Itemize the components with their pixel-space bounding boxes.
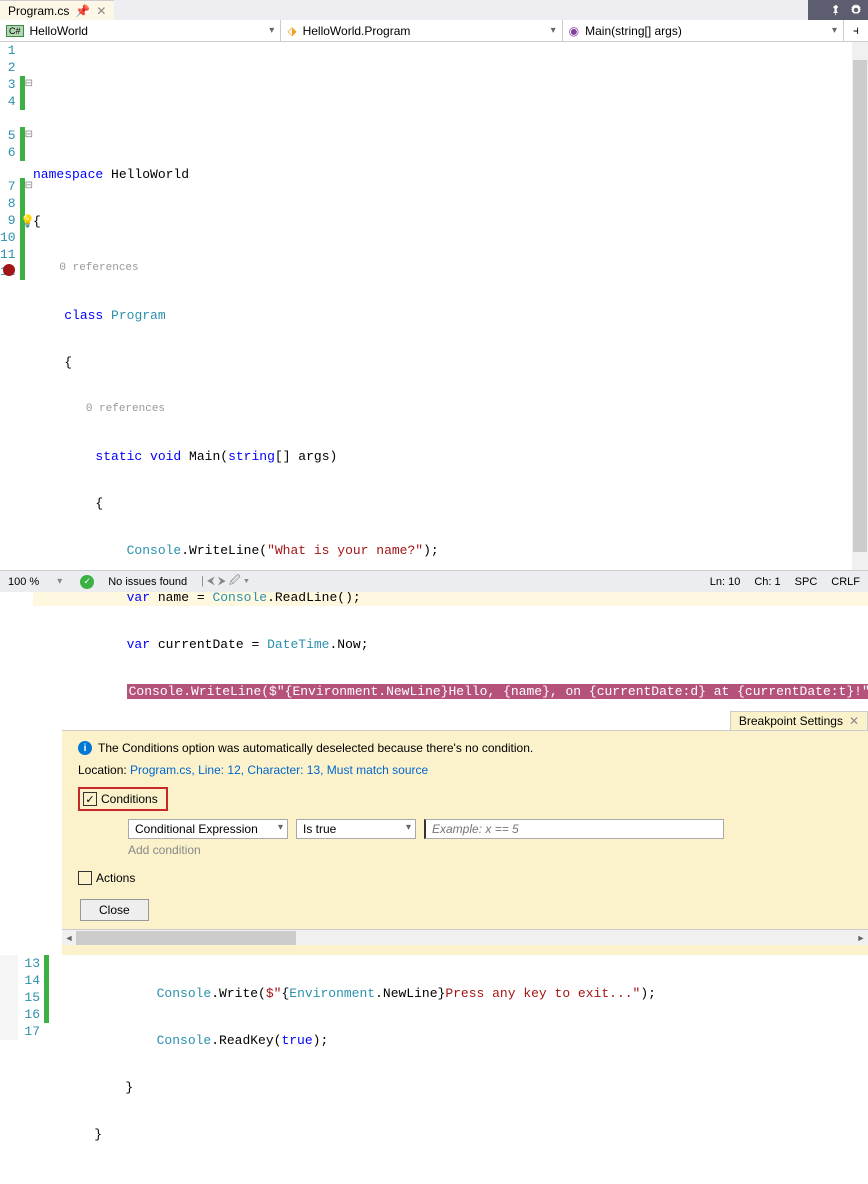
indent-indicator[interactable]: SPC bbox=[795, 576, 818, 588]
code-editor-upper[interactable]: 💡 1234 56 789101112 ⊟⊟⊟ namespace HelloW… bbox=[0, 42, 868, 730]
condition-type-dropdown[interactable]: Conditional Expression bbox=[128, 819, 288, 839]
line-indicator[interactable]: Ln: 10 bbox=[710, 576, 741, 588]
fold-column[interactable]: ⊟⊟⊟ bbox=[25, 42, 33, 730]
pin-icon[interactable]: 📌 bbox=[75, 4, 90, 18]
gear-icon[interactable] bbox=[850, 4, 862, 16]
location-label: Location: bbox=[78, 763, 127, 777]
nav-class-label: HelloWorld.Program bbox=[303, 24, 411, 38]
eol-indicator[interactable]: CRLF bbox=[831, 576, 860, 588]
nav-namespace[interactable]: C# HelloWorld ▾ bbox=[0, 20, 281, 41]
condition-row: Conditional Expression Is true bbox=[128, 819, 852, 839]
location-row: Location: Program.cs, Line: 12, Characte… bbox=[78, 763, 852, 777]
nav-namespace-label: HelloWorld bbox=[30, 24, 88, 38]
scrollbar-thumb[interactable] bbox=[853, 60, 867, 552]
actions-label: Actions bbox=[96, 871, 135, 885]
nav-bar: C# HelloWorld ▾ ⬗ HelloWorld.Program ▾ ◉… bbox=[0, 20, 868, 42]
zoom-level[interactable]: 100 % bbox=[8, 576, 39, 588]
chevron-down-icon: ▾ bbox=[551, 25, 556, 36]
info-icon: i bbox=[78, 741, 92, 755]
conditions-checkbox-highlighted[interactable]: ✓ Conditions bbox=[78, 787, 168, 811]
pin-window-icon[interactable] bbox=[830, 4, 842, 16]
class-icon: ⬗ bbox=[287, 24, 296, 38]
code-content[interactable]: namespace HelloWorld { 0 references clas… bbox=[33, 42, 868, 730]
lightbulb-icon[interactable]: 💡 bbox=[20, 214, 35, 228]
conditions-label: Conditions bbox=[101, 792, 158, 806]
code-content[interactable]: Console.Write($"{Environment.NewLine}Pre… bbox=[63, 955, 868, 1184]
breakpoint-margin[interactable] bbox=[0, 955, 18, 1040]
horizontal-scrollbar[interactable]: ◄ ► bbox=[62, 929, 868, 945]
method-icon: ◉ bbox=[569, 24, 579, 38]
split-icon: ⫞ bbox=[853, 23, 859, 38]
actions-checkbox[interactable]: Actions bbox=[78, 871, 852, 885]
checkbox-checked-icon[interactable]: ✓ bbox=[83, 792, 97, 806]
nav-method[interactable]: ◉ Main(string[] args) ▾ bbox=[563, 20, 844, 41]
vertical-scrollbar[interactable] bbox=[852, 42, 868, 570]
scroll-left-icon[interactable]: ◄ bbox=[62, 931, 76, 945]
file-tab-label: Program.cs bbox=[8, 4, 69, 18]
panel-title: Breakpoint Settings bbox=[739, 714, 843, 728]
add-condition-link[interactable]: Add condition bbox=[128, 843, 852, 857]
error-nav-icons[interactable]: | ⮜ ⮞ 🖉 ▾ bbox=[201, 572, 249, 591]
csharp-icon: C# bbox=[6, 25, 24, 37]
chevron-down-icon: ▾ bbox=[832, 25, 837, 36]
condition-operator-dropdown[interactable]: Is true bbox=[296, 819, 416, 839]
panel-tab[interactable]: Breakpoint Settings ✕ bbox=[730, 711, 868, 730]
char-indicator[interactable]: Ch: 1 bbox=[754, 576, 780, 588]
close-button[interactable]: Close bbox=[80, 899, 149, 921]
split-view-button[interactable]: ⫞ bbox=[844, 20, 868, 41]
titlebar-actions bbox=[808, 0, 868, 20]
nav-method-label: Main(string[] args) bbox=[585, 24, 682, 38]
info-message: i The Conditions option was automaticall… bbox=[78, 741, 852, 755]
checkbox-unchecked-icon[interactable] bbox=[78, 871, 92, 885]
scroll-right-icon[interactable]: ► bbox=[854, 931, 868, 945]
chevron-down-icon[interactable]: ▾ bbox=[53, 576, 66, 587]
nav-class[interactable]: ⬗ HelloWorld.Program ▾ bbox=[281, 20, 562, 41]
code-editor-lower[interactable]: 1314151617 Console.Write($"{Environment.… bbox=[0, 955, 868, 1184]
tab-bar: Program.cs 📌 ✕ bbox=[0, 0, 868, 20]
chevron-down-icon: ▾ bbox=[269, 25, 274, 36]
fold-column[interactable] bbox=[49, 955, 63, 1184]
line-numbers: 1314151617 bbox=[18, 955, 44, 1184]
location-link[interactable]: Program.cs, Line: 12, Character: 13, Mus… bbox=[130, 763, 428, 777]
condition-value-input[interactable] bbox=[424, 819, 724, 839]
info-text: The Conditions option was automatically … bbox=[98, 741, 533, 755]
breakpoint-settings-panel: Breakpoint Settings ✕ i The Conditions o… bbox=[62, 730, 868, 955]
line-numbers: 1234 56 789101112 bbox=[0, 42, 20, 730]
breakpoint-dot[interactable] bbox=[3, 264, 15, 276]
scrollbar-thumb[interactable] bbox=[76, 931, 296, 945]
check-circle-icon: ✓ bbox=[80, 575, 94, 589]
status-bar: 100 % ▾ ✓ No issues found | ⮜ ⮞ 🖉 ▾ Ln: … bbox=[0, 570, 868, 592]
close-icon[interactable]: ✕ bbox=[96, 4, 106, 18]
close-icon[interactable]: ✕ bbox=[849, 714, 859, 728]
file-tab[interactable]: Program.cs 📌 ✕ bbox=[0, 0, 114, 20]
issues-label[interactable]: No issues found bbox=[108, 576, 187, 588]
